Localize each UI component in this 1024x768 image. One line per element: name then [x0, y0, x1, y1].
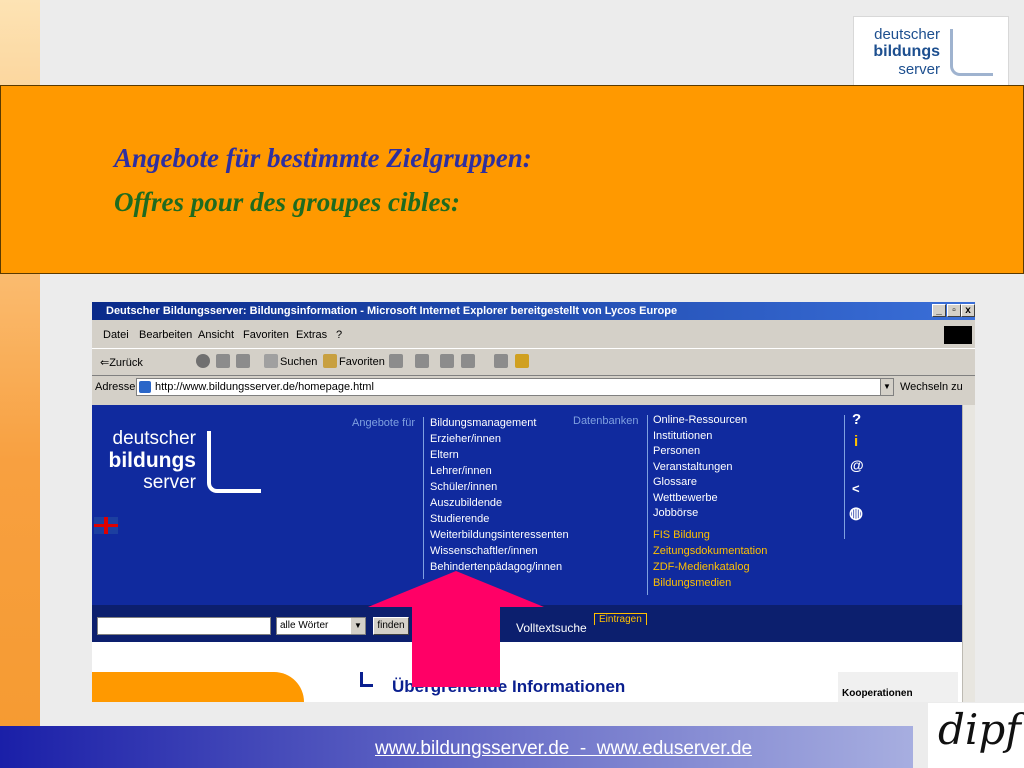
home-icon[interactable] — [236, 354, 250, 368]
datenbank-item-highlight[interactable]: FIS Bildung — [653, 527, 767, 543]
maximize-button[interactable]: ▫ — [947, 304, 961, 317]
refresh-icon[interactable] — [216, 354, 230, 368]
go-button[interactable]: Wechseln zu — [900, 381, 963, 393]
datenbanken-yellow-list: FIS Bildung Zeitungsdokumentation ZDF-Me… — [653, 527, 767, 591]
search-mode-value: alle Wörter — [280, 620, 329, 631]
title-banner: Angebote für bestimmte Zielgruppen: Offr… — [0, 85, 1024, 274]
site-logo-line-1: deutscher — [112, 428, 196, 449]
datenbanken-label: Datenbanken — [573, 415, 639, 427]
site-logo-line-3: server — [143, 472, 196, 493]
globe-icon[interactable]: ◍ — [849, 503, 863, 523]
logo-line-3: server — [898, 61, 940, 78]
footer-links[interactable]: www.bildungsserver.de - www.eduserver.de — [375, 738, 752, 760]
address-input[interactable]: http://www.bildungsserver.de/homepage.ht… — [136, 378, 892, 396]
browser-toolbar: ⇐Zurück Suchen Favoriten — [92, 348, 975, 376]
browser-titlebar: Deutscher Bildungsserver: Bildungsinform… — [92, 302, 975, 320]
edit-icon[interactable] — [461, 354, 475, 368]
dipf-logo-text: dipf — [938, 705, 1021, 754]
datenbank-item[interactable]: Online-Ressourcen — [653, 413, 747, 429]
address-bar: Adresse http://www.bildungsserver.de/hom… — [92, 376, 975, 400]
dipf-logo: dipf — [928, 703, 1024, 768]
close-button[interactable]: x — [961, 304, 975, 317]
datenbanken-list: Online-Ressourcen Institutionen Personen… — [653, 413, 747, 522]
datenbanken-divider — [647, 415, 648, 595]
favorites-button[interactable]: Favoriten — [339, 356, 385, 368]
page-scrollbar[interactable] — [962, 405, 975, 702]
datenbank-item-highlight[interactable]: Zeitungsdokumentation — [653, 543, 767, 559]
search-button[interactable]: Suchen — [280, 356, 317, 368]
stop-icon[interactable] — [196, 354, 210, 368]
logo-line-2: bildungs — [873, 43, 940, 60]
angebote-item[interactable]: Weiterbildungsinteressenten — [430, 527, 569, 543]
angebote-item[interactable]: Auszubildende — [430, 495, 569, 511]
menu-extras[interactable]: Extras — [296, 329, 327, 341]
favorites-icon — [323, 354, 337, 368]
menu-datei[interactable]: Datei — [103, 329, 129, 341]
datenbank-item[interactable]: Wettbewerbe — [653, 491, 747, 507]
datenbank-item[interactable]: Glossare — [653, 475, 747, 491]
angebote-divider — [423, 417, 424, 579]
menu-help[interactable]: ? — [336, 329, 342, 341]
chevron-down-icon: ▼ — [351, 618, 365, 634]
ie-page-icon — [139, 381, 151, 393]
logo-line-1: deutscher — [874, 26, 940, 43]
site-logo-l-mark — [207, 431, 261, 493]
discuss-icon[interactable] — [494, 354, 508, 368]
search-icon — [264, 354, 278, 368]
menu-bar: Datei Bearbeiten Ansicht Favoriten Extra… — [92, 324, 975, 346]
search-mode-select[interactable]: alle Wörter ▼ — [276, 617, 366, 635]
address-label: Adresse — [95, 381, 136, 393]
share-icon[interactable]: < — [852, 481, 860, 496]
angebote-label: Angebote für — [352, 417, 415, 429]
bildungsserver-logo: deutscher bildungs server — [853, 16, 1009, 86]
logo-l-mark — [950, 29, 993, 76]
banner-title-french: Offres pour des groupes cibles: — [114, 187, 460, 217]
pointer-arrow-icon — [368, 571, 544, 687]
eintragen-tab[interactable]: Eintragen — [594, 613, 647, 625]
menu-ansicht[interactable]: Ansicht — [198, 329, 234, 341]
datenbank-item[interactable]: Veranstaltungen — [653, 460, 747, 476]
browser-title: Deutscher Bildungsserver: Bildungsinform… — [106, 305, 678, 317]
menu-bearbeiten[interactable]: Bearbeiten — [139, 329, 192, 341]
menu-favoriten[interactable]: Favoriten — [243, 329, 289, 341]
windows-logo-icon — [944, 326, 972, 344]
minimize-button[interactable]: _ — [932, 304, 946, 317]
angebote-item[interactable]: Lehrer/innen — [430, 463, 569, 479]
icons-divider — [844, 415, 845, 539]
help-icon[interactable]: ? — [852, 411, 861, 428]
messenger-icon[interactable] — [515, 354, 529, 368]
site-search-input[interactable] — [97, 617, 271, 635]
english-flag-icon[interactable] — [94, 517, 118, 534]
angebote-item[interactable]: Eltern — [430, 447, 569, 463]
datenbank-item-highlight[interactable]: Bildungsmedien — [653, 575, 767, 591]
banner-title-german: Angebote für bestimmte Zielgruppen: — [114, 143, 532, 173]
datenbank-item[interactable]: Jobbörse — [653, 506, 747, 522]
print-icon[interactable] — [440, 354, 454, 368]
history-icon[interactable] — [389, 354, 403, 368]
datenbank-item[interactable]: Personen — [653, 444, 747, 460]
address-url: http://www.bildungsserver.de/homepage.ht… — [155, 381, 374, 393]
angebote-item[interactable]: Bildungsmanagement — [430, 415, 569, 431]
angebote-list: Bildungsmanagement Erzieher/innen Eltern… — [430, 415, 569, 575]
mail-icon[interactable] — [415, 354, 429, 368]
info-icon[interactable]: i — [854, 433, 858, 450]
angebote-item[interactable]: Erzieher/innen — [430, 431, 569, 447]
datenbank-item[interactable]: Institutionen — [653, 429, 747, 445]
angebote-item[interactable]: Wissenschaftler/innen — [430, 543, 569, 559]
site-logo-line-2: bildungs — [108, 449, 197, 472]
back-button[interactable]: ⇐Zurück — [100, 356, 143, 369]
angebote-item[interactable]: Schüler/innen — [430, 479, 569, 495]
datenbank-item-highlight[interactable]: ZDF-Medienkatalog — [653, 559, 767, 575]
kooperationen-box: Kooperationen — [838, 672, 958, 702]
address-dropdown-icon[interactable]: ▼ — [880, 378, 894, 396]
content-orange-decor — [92, 672, 304, 702]
angebote-item[interactable]: Studierende — [430, 511, 569, 527]
email-icon[interactable]: @ — [850, 457, 864, 473]
